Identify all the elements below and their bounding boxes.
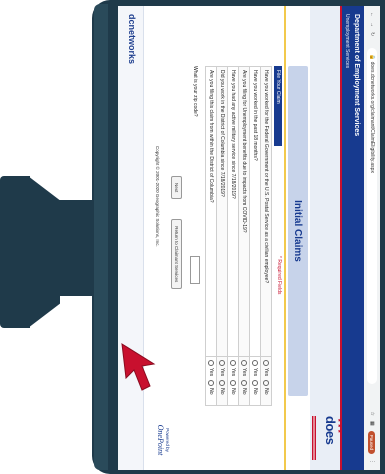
- radio-no[interactable]: [230, 380, 237, 387]
- required-note: * Required Fields: [276, 256, 282, 295]
- radio-no[interactable]: [263, 380, 270, 387]
- radio-no[interactable]: [252, 380, 259, 387]
- question-text: Are you filing for Unemployment benefits…: [238, 66, 250, 357]
- radio-label: No: [262, 388, 269, 395]
- next-button[interactable]: Next: [171, 176, 182, 200]
- radio-yes[interactable]: [230, 360, 237, 366]
- radio-label: No: [251, 388, 258, 395]
- radio-label: Yes: [218, 368, 225, 377]
- onepoint-logo: OnePoint: [156, 424, 165, 456]
- question-answers: Yes No: [205, 356, 217, 406]
- site-header: Department of Employment Services Unempl…: [340, 6, 364, 470]
- page-title-band: Initial Claims: [288, 66, 308, 396]
- arrow-shape: [121, 343, 156, 391]
- radio-label: No: [240, 388, 247, 395]
- radio-label: Yes: [229, 368, 236, 377]
- department-name: Department of Employment Services: [353, 14, 360, 137]
- question-text: Have you worked in the past 18 months?: [249, 66, 261, 357]
- question-text: Have you had any active military service…: [227, 66, 239, 357]
- zip-input[interactable]: [190, 256, 200, 284]
- monitor-stand-base: [0, 176, 30, 328]
- monitor-chin: [94, 4, 108, 470]
- footer-band: dcnetworks: [118, 6, 144, 470]
- question-row: Have you worked for the Federal Governme…: [260, 66, 272, 406]
- question-answers: Yes No: [227, 356, 239, 406]
- question-answers: Yes No: [238, 356, 250, 406]
- question-row: Have you worked in the past 18 months? Ye…: [249, 66, 261, 406]
- lock-icon: 🔒: [369, 54, 375, 62]
- yellow-divider: [284, 6, 286, 470]
- header-red-rule: [340, 6, 342, 470]
- return-button[interactable]: Return to Claimant Services: [171, 219, 182, 290]
- browser-bar: ← → ↻ 🔒 does.dcnetworks.org/claimant/Cla…: [363, 6, 380, 470]
- question-row: Are you filing for Unemployment benefits…: [238, 66, 250, 406]
- address-bar[interactable]: 🔒 does.dcnetworks.org/claimant/ClaimElig…: [367, 48, 377, 384]
- question-row: Are you filing this claim from within th…: [205, 66, 217, 406]
- reload-icon[interactable]: ↻: [369, 32, 375, 36]
- question-text: Have you worked for the Federal Governme…: [260, 66, 272, 357]
- section-tab[interactable]: File Your Claim: [274, 66, 282, 146]
- url-text: does.dcnetworks.org/claimant/ClaimEligib…: [369, 61, 375, 173]
- star-icon[interactable]: ☆: [369, 412, 375, 416]
- app-band: ★★★ does: [310, 6, 342, 470]
- forward-icon[interactable]: →: [369, 22, 375, 27]
- monitor-stand-link: [28, 176, 60, 328]
- webpage: ← → ↻ 🔒 does.dcnetworks.org/claimant/Cla…: [118, 6, 380, 470]
- department-subtitle: Unemployment Services: [344, 14, 350, 69]
- radio-yes[interactable]: [263, 360, 270, 366]
- radio-label: No: [229, 388, 236, 395]
- questions-table: Have you worked for the Federal Governme…: [205, 66, 272, 406]
- extensions-icon[interactable]: ▦: [369, 421, 375, 426]
- question-row: Have you had any active military service…: [227, 66, 239, 406]
- monitor-screen: ← → ↻ 🔒 does.dcnetworks.org/claimant/Cla…: [118, 6, 380, 470]
- paused-badge[interactable]: Paused: [368, 430, 376, 454]
- radio-no[interactable]: [219, 380, 226, 387]
- radio-label: Yes: [240, 368, 247, 377]
- radio-label: Yes: [251, 368, 258, 377]
- radio-yes[interactable]: [252, 360, 259, 366]
- radio-no[interactable]: [241, 380, 248, 387]
- radio-label: Yes: [262, 368, 269, 377]
- question-answers: Yes No: [216, 356, 228, 406]
- powered-by-label: Powered by: [165, 428, 170, 452]
- powered-by[interactable]: Powered by OnePoint: [156, 416, 170, 464]
- back-icon[interactable]: ←: [369, 12, 375, 17]
- radio-label: Yes: [207, 368, 214, 377]
- logo-stripes: [312, 416, 316, 460]
- radio-yes[interactable]: [208, 360, 215, 366]
- question-answers: Yes No: [260, 356, 272, 406]
- footer-logo[interactable]: dcnetworks: [127, 14, 137, 64]
- radio-no[interactable]: [208, 380, 215, 387]
- question-row: Did you work in the District of Columbia…: [216, 66, 228, 406]
- browser-nav: ← → ↻: [369, 6, 375, 48]
- page-title: Initial Claims: [292, 200, 304, 262]
- zip-label: What is your zip code?: [192, 66, 198, 117]
- red-pointer-arrow-icon: [121, 343, 156, 391]
- radio-yes[interactable]: [219, 360, 226, 366]
- question-text: Did you work in the District of Columbia…: [216, 66, 228, 357]
- radio-label: No: [218, 388, 225, 395]
- logo-text: does: [323, 416, 338, 445]
- copyright: Copyright © 2001-2020 Geographic Solutio…: [155, 146, 160, 247]
- browser-tools: ☆ ▦ Paused ⋮: [368, 384, 376, 470]
- menu-icon[interactable]: ⋮: [369, 459, 375, 464]
- radio-yes[interactable]: [241, 360, 248, 366]
- radio-label: No: [207, 388, 214, 395]
- form-buttons: Next Return to Claimant Services: [171, 176, 182, 290]
- question-text: Are you filing this claim from within th…: [205, 66, 217, 357]
- does-logo[interactable]: ★★★ does: [310, 416, 342, 460]
- question-answers: Yes No: [249, 356, 261, 406]
